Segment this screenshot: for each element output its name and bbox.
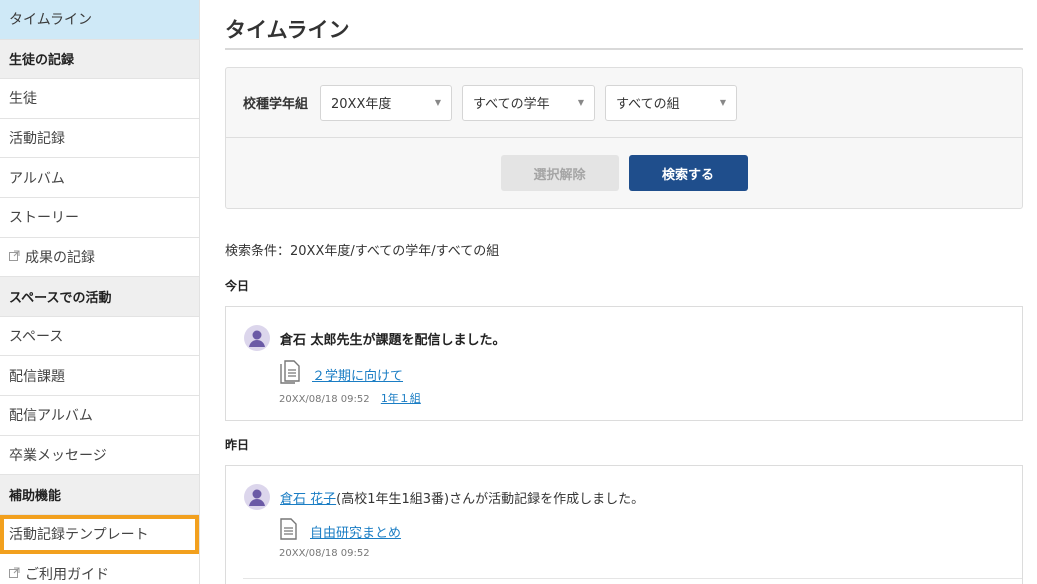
day-label-today: 今日	[225, 279, 250, 293]
year-select-value: 20XX年度	[331, 97, 392, 112]
sidebar-item-graduation-message[interactable]: 卒業メッセージ	[0, 436, 199, 476]
page-title: タイムライン	[225, 0, 1023, 50]
timestamp-line: 20XX/08/18 09:52	[279, 548, 370, 559]
sidebar-item-label: 卒業メッセージ	[9, 447, 107, 464]
sidebar-section-space-activities: スペースでの活動	[0, 277, 199, 317]
external-link-icon	[9, 250, 20, 264]
sidebar-section-label: スペースでの活動	[9, 290, 112, 306]
sidebar-item-achievements[interactable]: 成果の記録	[0, 238, 199, 278]
sidebar-item-label: アルバム	[9, 170, 65, 187]
sidebar-item-label: スペース	[9, 329, 64, 346]
sidebar-item-activity-records[interactable]: 活動記録	[0, 119, 199, 159]
filter-label: 校種学年組	[243, 97, 309, 112]
avatar-icon	[244, 484, 270, 510]
sidebar-item-students[interactable]: 生徒	[0, 79, 199, 119]
divider	[243, 578, 1022, 579]
sidebar-item-label: 生徒	[9, 91, 37, 108]
external-link-icon	[9, 567, 20, 581]
class-link[interactable]: 1年１組	[381, 392, 421, 405]
timeline-card: 倉石 太郎先生が課題を配信しました。 ２学期に向けて 20XX/08/18 09…	[225, 306, 1023, 421]
sidebar-item-label: 配信アルバム	[9, 408, 93, 425]
sidebar-item-assignments[interactable]: 配信課題	[0, 356, 199, 396]
grade-select-value: すべての学年	[473, 97, 550, 112]
sidebar-item-label: 活動記録	[9, 131, 65, 148]
sidebar-item-user-guide[interactable]: ご利用ガイド	[0, 554, 199, 584]
sidebar-item-label: ご利用ガイド	[25, 566, 109, 583]
timeline-card: 倉石 花子 (高校1年生1組3番)さんが活動記録を作成しました。 自由研究まとめ…	[225, 465, 1023, 584]
year-select[interactable]: 20XX年度 ▼	[320, 84, 453, 121]
day-label-yesterday: 昨日	[225, 438, 250, 452]
class-select-value: すべての組	[616, 97, 680, 112]
button-row: 選択解除 検索する	[226, 138, 1022, 208]
sidebar-item-label: 配信課題	[9, 368, 65, 385]
timestamp: 20XX/08/18 09:52	[279, 548, 370, 559]
sidebar-section-auxiliary: 補助機能	[0, 475, 199, 515]
grade-select[interactable]: すべての学年 ▼	[462, 84, 596, 121]
activity-record-link[interactable]: 自由研究まとめ	[310, 522, 401, 541]
sidebar-item-story[interactable]: ストーリー	[0, 198, 199, 238]
timestamp-line: 20XX/08/18 09:52 1年１組	[279, 390, 421, 406]
sidebar-section-label: 補助機能	[9, 488, 62, 504]
sidebar-item-timeline[interactable]: タイムライン	[0, 0, 199, 40]
assignment-link[interactable]: ２学期に向けて	[312, 365, 403, 384]
chevron-down-icon: ▼	[577, 98, 585, 107]
timestamp: 20XX/08/18 09:52	[279, 394, 370, 405]
class-select[interactable]: すべての組 ▼	[605, 84, 738, 121]
document-icon	[278, 517, 300, 545]
assignment-line: ２学期に向けて	[278, 359, 403, 389]
clear-selection-button[interactable]: 選択解除	[500, 155, 619, 191]
search-button[interactable]: 検索する	[628, 155, 748, 191]
card-header: 倉石 花子 (高校1年生1組3番)さんが活動記録を作成しました。	[244, 484, 644, 510]
sidebar-item-label: タイムライン	[9, 12, 93, 29]
student-link[interactable]: 倉石 花子	[280, 488, 336, 507]
card-header: 倉石 太郎先生が課題を配信しました。	[244, 325, 506, 351]
sidebar-item-label: ストーリー	[9, 210, 79, 227]
chevron-down-icon: ▼	[434, 98, 442, 107]
sidebar-section-label: 生徒の記録	[9, 53, 75, 69]
search-conditions: 検索条件：20XX年度/すべての学年/すべての組	[225, 244, 500, 259]
sidebar-item-shared-album[interactable]: 配信アルバム	[0, 396, 199, 436]
sidebar: タイムライン 生徒の記録 生徒 活動記録 アルバム ストーリー 成果の記録 スペ…	[0, 0, 200, 584]
chevron-down-icon: ▼	[719, 98, 727, 107]
main-content: タイムライン 校種学年組 20XX年度 ▼ すべての学年 ▼ すべての組 ▼ 選…	[225, 0, 1023, 584]
avatar-icon	[244, 325, 270, 351]
timeline-message: (高校1年生1組3番)さんが活動記録を作成しました。	[336, 491, 645, 507]
sidebar-item-label: 成果の記録	[25, 249, 95, 266]
timeline-message: 倉石 太郎先生が課題を配信しました。	[280, 332, 506, 348]
record-line: 自由研究まとめ	[278, 517, 401, 545]
sidebar-item-album[interactable]: アルバム	[0, 158, 199, 198]
sidebar-item-space[interactable]: スペース	[0, 317, 199, 357]
documents-icon	[278, 359, 302, 389]
sidebar-section-student-records: 生徒の記録	[0, 39, 199, 80]
filter-row: 校種学年組 20XX年度 ▼ すべての学年 ▼ すべての組 ▼	[226, 68, 1022, 138]
sidebar-item-activity-template[interactable]: 活動記録テンプレート	[0, 514, 199, 555]
sidebar-item-label: 活動記録テンプレート	[9, 527, 149, 544]
search-panel: 校種学年組 20XX年度 ▼ すべての学年 ▼ すべての組 ▼ 選択解除 検索す…	[225, 67, 1023, 209]
